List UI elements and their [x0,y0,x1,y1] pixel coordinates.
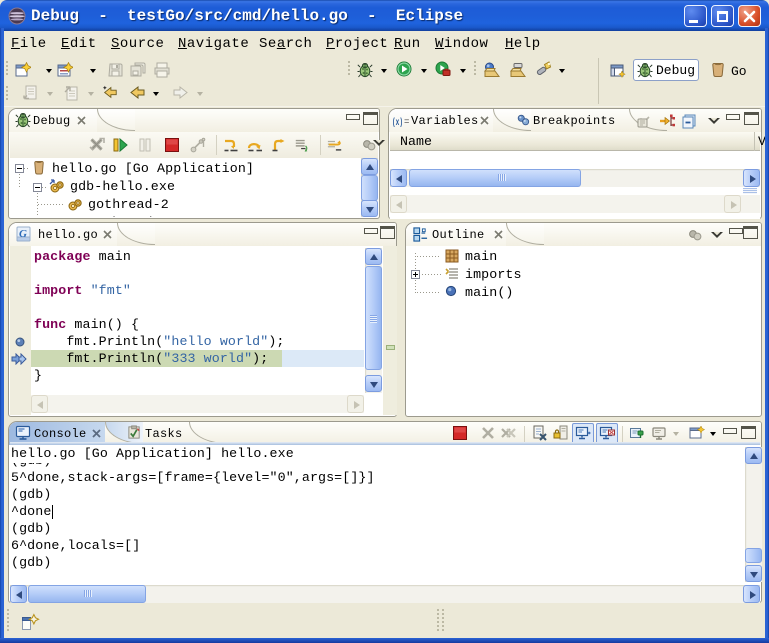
svg-text:=: = [404,117,409,127]
svg-text:(x): (x) [392,117,403,127]
svg-text:G: G [19,228,27,240]
